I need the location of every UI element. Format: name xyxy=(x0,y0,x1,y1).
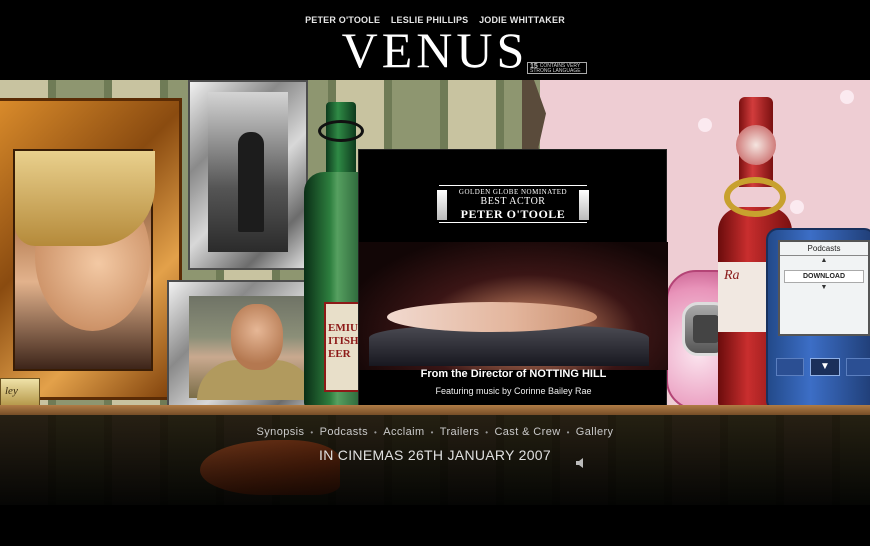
old-man-photo xyxy=(189,296,315,400)
player-next-button[interactable] xyxy=(846,358,870,376)
movie-title: VENUS xyxy=(341,22,529,78)
bottle-neck-label xyxy=(736,125,776,165)
award-name: PETER O'TOOLE xyxy=(460,207,566,221)
player-select-button[interactable]: ▼ xyxy=(810,358,840,376)
nav-acclaim[interactable]: Acclaim xyxy=(383,426,424,438)
music-credit: Featuring music by Corinne Bailey Rae xyxy=(435,386,592,396)
nav-cast-crew[interactable]: Cast & Crew xyxy=(494,426,560,438)
up-arrow-icon[interactable]: ▲ xyxy=(780,256,868,266)
download-button[interactable]: DOWNLOAD xyxy=(784,270,864,283)
bw-photo xyxy=(208,92,288,252)
painting-sheet xyxy=(369,326,649,366)
footer-bar xyxy=(0,505,870,546)
rating-badge: 15 CONTAINS VERY STRONG LANGUAGE xyxy=(527,62,587,74)
nav-separator: • xyxy=(374,428,378,437)
header: PETER O'TOOLE LESLIE PHILLIPS JODIE WHIT… xyxy=(0,0,870,80)
nav-podcasts[interactable]: Podcasts xyxy=(320,426,368,438)
gold-rope xyxy=(724,177,786,217)
wallpaper-dot xyxy=(790,200,804,214)
bottom-band: Synopsis • Podcasts • Acclaim • Trailers • Cast … xyxy=(0,415,870,505)
nav-separator: • xyxy=(430,428,434,437)
down-arrow-icon[interactable]: ▼ xyxy=(780,283,868,293)
gold-frame-portrait[interactable] xyxy=(0,98,182,400)
wooden-shelf xyxy=(0,405,870,415)
silver-frame-top[interactable] xyxy=(188,80,308,270)
music-player[interactable]: Podcasts ▲ DOWNLOAD ▼ ▼ xyxy=(766,228,870,412)
release-date: IN CINEMAS 26TH JANUARY 2007 xyxy=(319,447,551,463)
nav-separator: • xyxy=(566,428,570,437)
player-title: Podcasts xyxy=(780,242,868,256)
pillar-icon xyxy=(579,190,589,220)
player-screen: Podcasts ▲ DOWNLOAD ▼ xyxy=(778,240,870,336)
reclining-figure xyxy=(387,302,597,332)
bottle-cap-ring xyxy=(318,120,364,142)
nav-separator: • xyxy=(485,428,489,437)
portrait-photo xyxy=(13,149,155,371)
main-nav: Synopsis • Podcasts • Acclaim • Trailers • Cast … xyxy=(0,426,870,438)
shelf-scene: ley EMIUM ITISH EER Ra Podcasts ▲ DOWNLO… xyxy=(0,80,870,415)
old-man-face xyxy=(231,304,283,370)
player-prev-button[interactable] xyxy=(776,358,804,376)
bottle-neck xyxy=(326,102,356,182)
nav-trailers[interactable]: Trailers xyxy=(440,426,479,438)
nav-synopsis[interactable]: Synopsis xyxy=(257,426,305,438)
award-laurel: GOLDEN GLOBE NOMINATED BEST ACTOR PETER … xyxy=(437,185,589,223)
phone-lcd xyxy=(693,315,719,343)
pillar-icon xyxy=(437,190,447,220)
nav-separator: • xyxy=(310,428,314,437)
director-credit: From the Director of NOTTING HILL xyxy=(420,368,607,380)
poster-panel: GOLDEN GLOBE NOMINATED BEST ACTOR PETER … xyxy=(358,149,668,407)
wallpaper-dot xyxy=(840,90,854,104)
man-figure xyxy=(238,132,264,232)
venus-painting xyxy=(359,242,668,370)
nav-gallery[interactable]: Gallery xyxy=(576,426,614,438)
wallpaper-dot xyxy=(698,118,712,132)
award-line: BEST ACTOR xyxy=(480,196,546,207)
speaker-icon[interactable] xyxy=(575,457,587,469)
frame-plaque: ley xyxy=(0,378,40,406)
award-line: GOLDEN GLOBE NOMINATED xyxy=(458,188,568,196)
